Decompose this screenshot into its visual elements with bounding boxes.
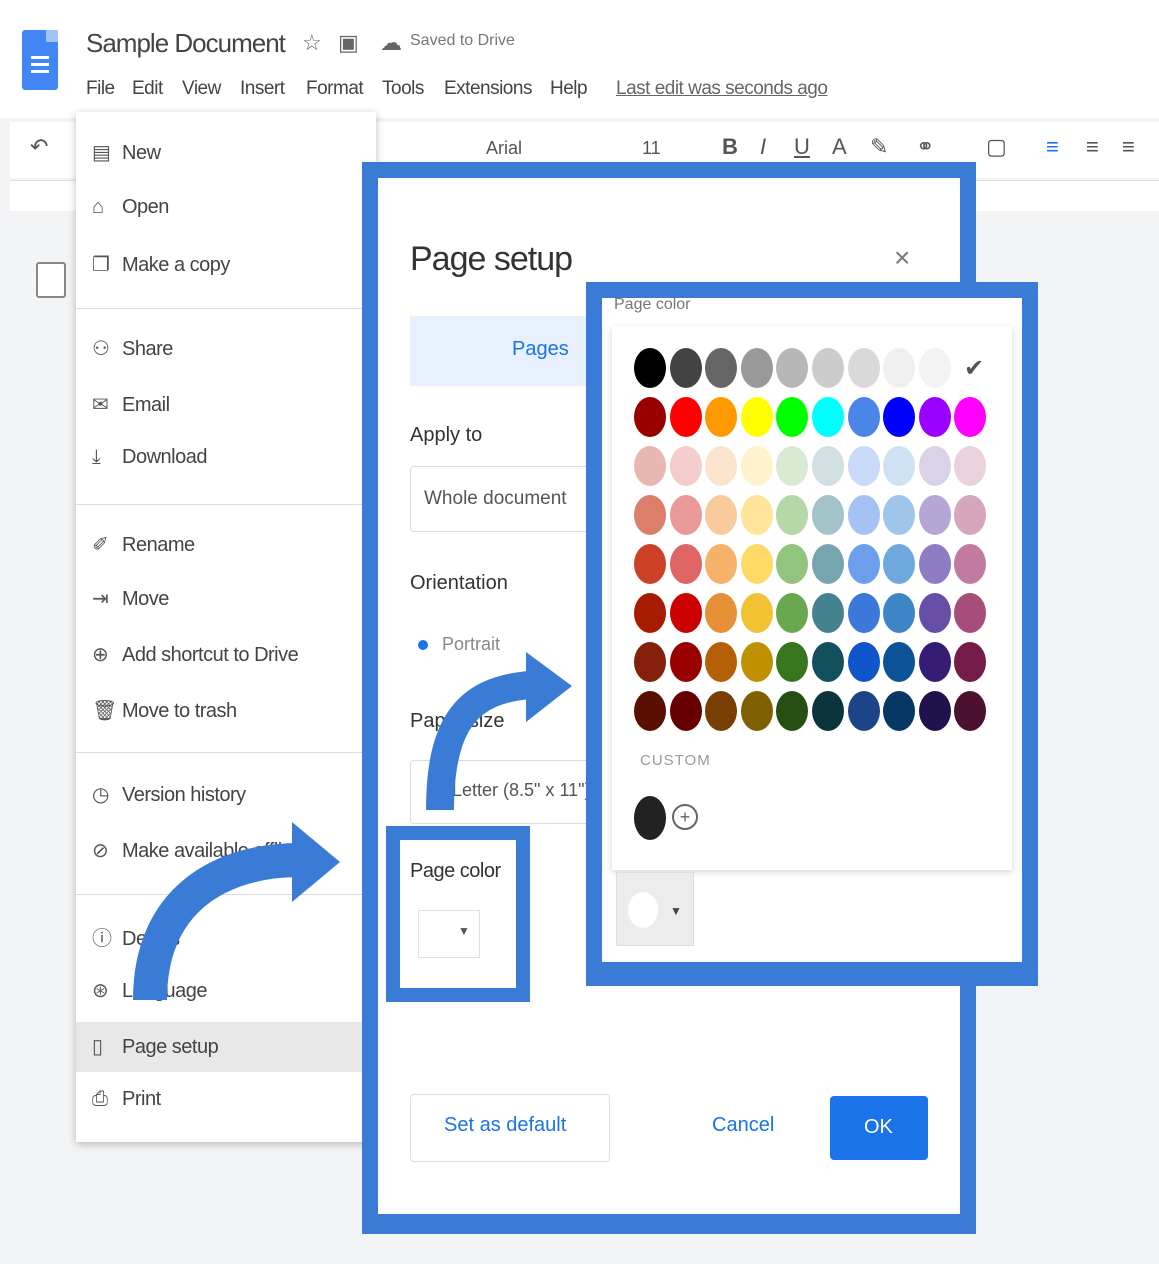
arrow-to-page-color [133,843,301,1001]
arrow-to-page-color-head [292,822,340,902]
annotation-arrows [133,652,572,1001]
arrow-to-color-picker-head [526,652,572,722]
arrow-to-color-picker [426,671,532,811]
